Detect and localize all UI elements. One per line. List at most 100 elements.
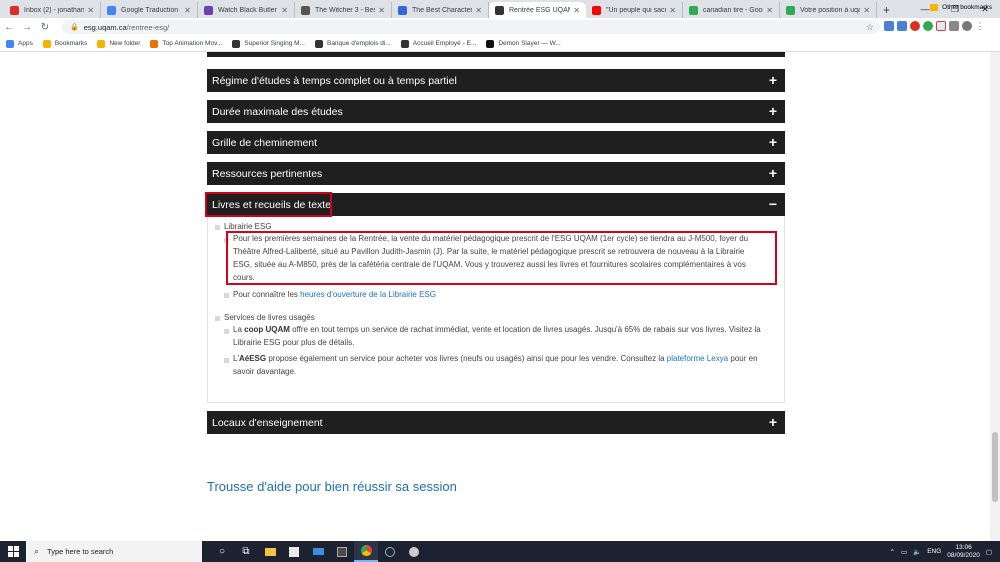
bookmark-item[interactable]: Banque d'emplois di... [314, 39, 391, 48]
bookmark-icon [97, 39, 106, 48]
browser-tab[interactable]: The Best Character Buil✕ [392, 2, 489, 18]
language-indicator[interactable]: ENG [927, 548, 941, 555]
used-books-heading: Services de livres usagés [224, 313, 315, 322]
bookmark-label: Top Animation Mov... [162, 40, 223, 47]
tab-favicon-icon [495, 5, 504, 15]
forward-icon[interactable]: → [18, 22, 36, 33]
tab-favicon-icon [398, 5, 407, 15]
menu-icon[interactable]: ⋮ [975, 21, 985, 31]
expand-icon: + [768, 414, 777, 430]
steam-icon[interactable] [378, 541, 402, 562]
browser-tab[interactable]: Inbox (2) - jonathanpw✕ [4, 2, 101, 18]
extension-icon[interactable] [949, 21, 959, 31]
network-icon[interactable]: ▭ [901, 548, 907, 556]
app-icon[interactable] [402, 541, 426, 562]
extension-icon[interactable] [910, 21, 920, 31]
accordion-regime[interactable]: Régime d'études à temps complet ou à tem… [207, 69, 785, 92]
bookmark-icon [232, 39, 241, 48]
bookmark-star-icon[interactable]: ☆ [866, 22, 874, 33]
notifications-icon[interactable]: ▢ [986, 548, 992, 556]
bookmark-item[interactable]: New folder [97, 39, 140, 48]
system-tray: ⌃ ▭ 🔈 ENG 13:06 08/09/2020 ▢ [884, 541, 993, 562]
tab-favicon-icon [689, 5, 698, 15]
file-explorer-icon[interactable] [258, 541, 282, 562]
browser-tab[interactable]: The Witcher 3 - Best Sk✕ [295, 2, 392, 18]
accordion-locaux[interactable]: Locaux d'enseignement + [207, 411, 785, 434]
bullet [224, 358, 229, 363]
tab-title: "Un peuple qui sacrifie [606, 6, 667, 14]
tab-close-icon[interactable]: ✕ [281, 6, 288, 15]
task-view-icon[interactable]: ⧉ [234, 541, 258, 562]
extension-icon[interactable] [923, 21, 933, 31]
page-viewport: Régime d'études à temps complet ou à tem… [0, 52, 1000, 541]
store-icon[interactable] [282, 541, 306, 562]
new-tab-button[interactable]: + [877, 2, 896, 18]
tab-close-icon[interactable]: ✕ [863, 6, 870, 15]
tab-close-icon[interactable]: ✕ [669, 6, 676, 15]
bookmark-item[interactable]: Bookmarks [42, 39, 88, 48]
clock[interactable]: 13:06 08/09/2020 [947, 544, 980, 560]
tab-close-icon[interactable]: ✕ [766, 6, 773, 15]
cortana-icon[interactable]: ○ [210, 541, 234, 562]
other-bookmarks[interactable]: Other bookmarks [930, 4, 992, 11]
bookmark-label: Demon Slayer — W... [498, 40, 561, 47]
expand-icon: + [768, 134, 777, 150]
windows-start-button[interactable] [0, 541, 26, 562]
bookmark-label: Bookmarks [54, 40, 88, 47]
accordion-header-clipped[interactable] [207, 52, 785, 57]
chrome-icon[interactable] [354, 541, 378, 562]
volume-icon[interactable]: 🔈 [913, 548, 921, 556]
taskbar-search-input[interactable]: ⌕ Type here to search [26, 541, 202, 562]
accordion-duree[interactable]: Durée maximale des études + [207, 100, 785, 123]
bookmarks-bar: Apps Bookmarks New folder Top Animation Mov… [0, 36, 1000, 52]
clock-date: 08/09/2020 [947, 551, 980, 559]
bookmark-label: Banque d'emplois di... [326, 40, 391, 47]
bookmark-item[interactable]: Top Animation Mov... [150, 39, 223, 48]
browser-tab[interactable]: Watch Black Butler Sub✕ [198, 2, 295, 18]
page-scrollbar[interactable] [990, 52, 1000, 541]
browser-tab[interactable]: canadian tire - Google✕ [683, 2, 780, 18]
bookmark-item[interactable]: Apps [6, 39, 33, 48]
back-icon[interactable]: ← [0, 22, 18, 33]
bookmark-item[interactable]: Demon Slayer — W... [486, 39, 561, 48]
browser-tab[interactable]: Rentrée ESG UQAM | É✕ [489, 2, 586, 18]
reload-icon[interactable]: ↻ [36, 22, 54, 33]
tab-title: canadian tire - Google [703, 6, 763, 14]
accordion-ressources[interactable]: Ressources pertinentes + [207, 162, 785, 185]
browser-tab[interactable]: "Un peuple qui sacrifie✕ [586, 2, 683, 18]
extension-icon[interactable] [884, 21, 894, 31]
hours-line: Pour connaître les heures d'ouverture de… [233, 289, 436, 301]
mail-icon[interactable] [306, 541, 330, 562]
xbox-icon[interactable] [330, 541, 354, 562]
bullet [215, 316, 220, 321]
hours-link[interactable]: heures d'ouverture de la Librairie ESG [300, 290, 436, 299]
bookmark-item[interactable]: Superior Singing M... [232, 39, 305, 48]
extension-icon[interactable] [897, 21, 907, 31]
browser-tab[interactable]: Votre position à uqam✕ [780, 2, 877, 18]
address-bar[interactable]: 🔒 esg.uqam.ca/rentree-esg/ ☆ [62, 20, 880, 34]
lock-icon: 🔒 [70, 24, 79, 31]
expand-icon: + [768, 165, 777, 181]
clock-time: 13:06 [955, 543, 972, 551]
extension-icon[interactable] [936, 21, 946, 31]
lexya-link[interactable]: plateforme Lexya [667, 354, 728, 363]
tab-close-icon[interactable]: ✕ [184, 6, 191, 15]
highlight-box-title [205, 192, 332, 217]
chevron-up-icon[interactable]: ⌃ [890, 548, 895, 556]
bookmark-icon [6, 39, 14, 48]
tab-close-icon[interactable]: ✕ [378, 6, 385, 15]
tab-favicon-icon [10, 5, 19, 15]
scrollbar-thumb[interactable] [992, 432, 998, 502]
tab-close-icon[interactable]: ✕ [573, 6, 580, 15]
tab-close-icon[interactable]: ✕ [475, 6, 482, 15]
accordion-grille[interactable]: Grille de cheminement + [207, 131, 785, 154]
aesg-line2: savoir davantage. [233, 367, 297, 376]
coop-text: offre en tout temps un service de rachat… [289, 325, 761, 334]
avatar[interactable] [962, 21, 972, 31]
tab-close-icon[interactable]: ✕ [87, 6, 94, 15]
browser-tab[interactable]: Google Traduction ✕ [101, 2, 198, 18]
other-bookmarks-label: Other bookmarks [942, 4, 992, 11]
bookmark-item[interactable]: Accueil Employé - E... [400, 39, 476, 48]
tab-favicon-icon [592, 5, 601, 15]
help-kit-title[interactable]: Trousse d'aide pour bien réussir sa sess… [207, 479, 457, 494]
